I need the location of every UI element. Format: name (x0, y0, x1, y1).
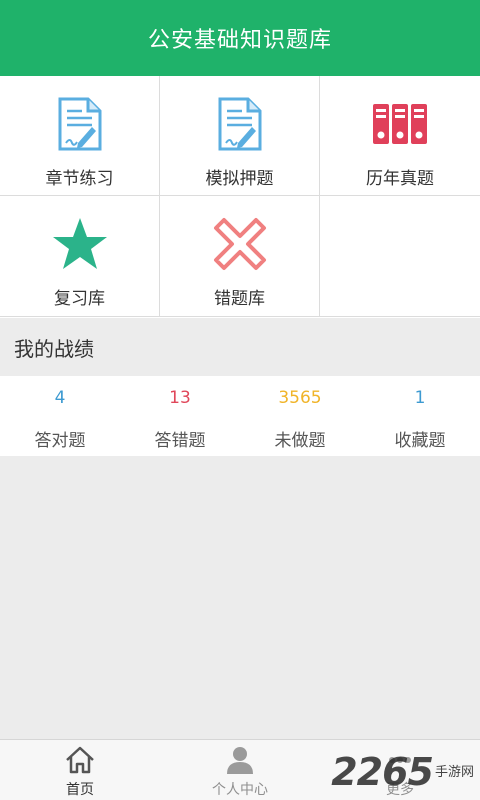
watermark-text: 手游网 (434, 765, 474, 780)
document-pen-icon (210, 96, 270, 152)
feature-grid: 章节练习 模拟押题 历年真题 复习库 错题库 (0, 76, 480, 318)
grid-item-review-bank[interactable]: 复习库 (0, 196, 160, 317)
app-header: 公安基础知识题库 (0, 0, 480, 76)
cross-icon (210, 216, 270, 272)
site-watermark: 2265 手游网 (331, 750, 474, 794)
stat-undone[interactable]: 3565 未做题 (240, 376, 360, 456)
tab-label: 首页 (66, 782, 94, 798)
stat-label: 答对题 (34, 431, 86, 451)
grid-item-label: 模拟押题 (205, 169, 274, 189)
stat-favorites[interactable]: 1 收藏题 (360, 376, 480, 456)
home-icon (63, 744, 97, 776)
stats-bar: 4 答对题 13 答错题 3565 未做题 1 收藏题 (0, 376, 480, 456)
stat-label: 未做题 (274, 431, 326, 451)
grid-empty-cell (320, 196, 480, 317)
stat-value: 1 (414, 388, 426, 408)
grid-item-label: 错题库 (214, 289, 265, 309)
grid-item-chapter-practice[interactable]: 章节练习 (0, 76, 160, 196)
grid-item-label: 复习库 (54, 289, 105, 309)
binders-icon (370, 96, 430, 152)
person-icon (223, 744, 257, 776)
stat-value: 3565 (278, 388, 322, 408)
stat-value: 4 (54, 388, 66, 408)
page-title: 公安基础知识题库 (147, 28, 332, 53)
tab-label: 个人中心 (212, 782, 268, 798)
grid-item-label: 历年真题 (366, 169, 434, 189)
grid-item-past-exams[interactable]: 历年真题 (320, 76, 480, 196)
stat-label: 收藏题 (394, 431, 446, 451)
star-icon (50, 216, 110, 272)
document-pen-icon (50, 96, 110, 152)
grid-item-wrong-bank[interactable]: 错题库 (160, 196, 320, 317)
stat-correct[interactable]: 4 答对题 (0, 376, 120, 456)
watermark-number: 2265 (331, 750, 434, 794)
tab-home[interactable]: 首页 (0, 740, 160, 800)
stat-value: 13 (169, 388, 191, 408)
stat-wrong[interactable]: 13 答错题 (120, 376, 240, 456)
grid-item-label: 章节练习 (45, 169, 114, 189)
section-title-my-record: 我的战绩 (0, 318, 480, 376)
grid-item-mock-exam[interactable]: 模拟押题 (160, 76, 320, 196)
tab-personal-center[interactable]: 个人中心 (160, 740, 320, 800)
stat-label: 答错题 (154, 431, 206, 451)
